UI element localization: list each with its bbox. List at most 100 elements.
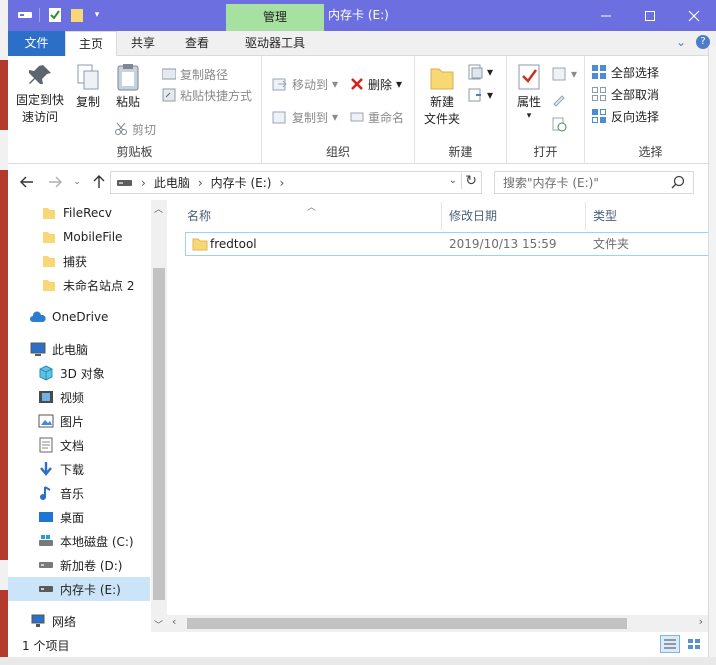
pin-to-quick-access-button[interactable]: 固定到快 速访问 [14,62,66,126]
large-icons-view-button[interactable] [684,635,704,653]
clipboard-group-label: 剪贴板 [116,145,153,159]
tab-file[interactable]: 文件 [8,31,65,56]
forward-button[interactable] [46,173,64,191]
nav-item-local-disk-c[interactable]: 本地磁盘 (C:) [38,529,134,553]
invert-selection-label: 反向选择 [611,109,660,124]
nav-item-label: MobileFile [63,230,123,244]
close-button[interactable] [672,0,716,31]
ribbon-tabs: 文件 主页 共享 查看 驱动器工具 ⌄ ? [8,31,716,57]
nav-item-desktop[interactable]: 桌面 [38,505,84,529]
rename-icon [350,112,364,122]
open-button[interactable]: ▾ [551,64,577,84]
select-none-button[interactable]: 全部取消 [591,84,659,104]
nav-scrollbar-thumb[interactable] [153,268,165,600]
address-history-dropdown[interactable]: ⌄ [449,175,457,186]
scroll-right-icon[interactable]: › [699,615,703,628]
scroll-down-icon[interactable]: ﹀ [154,618,163,631]
details-view-button[interactable] [660,635,680,653]
nav-item-capture[interactable]: 捕获 [41,249,87,273]
tab-view[interactable]: 查看 [174,31,220,56]
nav-item-network[interactable]: 网络 [30,609,76,633]
copy-path-button[interactable]: 复制路径 [162,64,228,84]
organize-group: 移动到 ▾ 复制到 ▾ 删除 ▾ 重命名 组织 [262,56,415,164]
refresh-icon[interactable]: ↻ [461,173,477,189]
nav-item-new-volume-d[interactable]: 新加卷 (D:) [38,553,122,577]
cut-button[interactable]: 剪切 [114,119,156,139]
nav-item-unnamed-site[interactable]: 未命名站点 2 [41,273,134,297]
recent-locations-button[interactable]: ⌄ [68,173,86,191]
ribbon: 固定到快 速访问 复制 粘贴 复制路径 粘贴快捷方式 剪切 剪贴板 移动到 ▾ … [8,56,716,164]
properties-quick-icon[interactable] [46,6,64,24]
paste-button[interactable]: 粘贴 [110,62,146,111]
delete-button[interactable]: 删除 ▾ [350,74,402,94]
cube-icon [38,365,54,381]
nav-item-downloads[interactable]: 下载 [38,457,84,481]
back-button[interactable] [18,173,36,191]
folder-icon [41,253,57,269]
copy-to-button[interactable]: 复制到 ▾ [272,107,338,127]
nav-item-documents[interactable]: 文档 [38,433,84,457]
nav-item-filerecv[interactable]: FileRecv [41,201,112,225]
paste-label: 粘贴 [115,95,140,109]
move-to-button[interactable]: 移动到 ▾ [272,74,338,94]
table-row[interactable]: fredtool 2019/10/13 15:59 文件夹 [185,232,713,256]
nav-item-pictures[interactable]: 图片 [38,409,84,433]
context-tab-manage[interactable]: 管理 [226,4,324,31]
breadcrumb-this-pc[interactable]: 此电脑 [154,174,190,191]
chevron-right-icon[interactable]: › [198,176,203,190]
window-title: 内存卡 (E:) [328,8,389,22]
copy-button[interactable]: 复制 [70,62,106,111]
search-icon[interactable] [671,175,685,192]
breadcrumb-drive-e[interactable]: 内存卡 (E:) [211,174,272,191]
nav-item-mobilefile[interactable]: MobileFile [41,225,122,249]
horizontal-scrollbar[interactable]: ‹ › [167,615,708,632]
easy-access-button[interactable]: ▾ [467,85,493,105]
horizontal-scrollbar-thumb[interactable] [187,618,627,629]
new-folder-quick-icon[interactable] [68,6,86,24]
row-name: fredtool [210,237,257,251]
scroll-up-icon[interactable]: ︿ [154,202,163,215]
nav-item-onedrive[interactable]: OneDrive [30,305,108,329]
properties-check-icon [518,64,540,90]
scroll-left-icon[interactable]: ‹ [172,615,176,628]
nav-item-music[interactable]: 音乐 [38,481,84,505]
invert-selection-button[interactable]: 反向选择 [591,106,659,126]
tab-home[interactable]: 主页 [65,31,117,57]
sort-ascending-icon: ︿ [307,203,317,213]
new-folder-button[interactable]: 新建 文件夹 [421,62,463,128]
select-all-button[interactable]: 全部选择 [591,62,659,82]
column-header-name[interactable]: 名称 [187,204,211,228]
nav-item-memory-card-e[interactable]: 内存卡 (E:) [38,577,121,601]
collapse-ribbon-icon[interactable]: ⌄ [676,35,686,49]
rename-button[interactable]: 重命名 [350,107,404,127]
chevron-right-icon[interactable]: › [141,176,146,190]
maximize-button[interactable] [628,0,672,31]
tab-drive-tools[interactable]: 驱动器工具 [226,31,324,56]
nav-scrollbar[interactable]: ︿ ﹀ [151,200,167,632]
customize-quick-access-icon[interactable]: ▾ [90,6,104,24]
address-bar[interactable]: › 此电脑 › 内存卡 (E:) › ⌄ ↻ [110,171,482,194]
column-divider[interactable] [585,202,586,230]
new-item-button[interactable]: ▾ [467,62,493,82]
history-button[interactable] [551,114,567,134]
column-header-date[interactable]: 修改日期 [449,204,497,228]
paste-shortcut-button[interactable]: 粘贴快捷方式 [162,85,252,105]
rename-label: 重命名 [368,110,405,125]
background-window-edge [0,657,716,665]
properties-button[interactable]: 属性 ▾ [511,62,547,121]
search-input[interactable]: 搜索"内存卡 (E:)" [494,171,694,194]
nav-item-videos[interactable]: 视频 [38,385,84,409]
nav-item-label: 网络 [52,614,77,629]
edit-icon [553,95,565,107]
column-divider[interactable] [441,202,442,230]
minimize-button[interactable] [584,0,628,31]
nav-item-this-pc[interactable]: 此电脑 [30,337,88,361]
tab-share[interactable]: 共享 [120,31,166,56]
chevron-right-icon[interactable]: › [279,176,284,190]
column-header-type[interactable]: 类型 [593,204,617,228]
open-icon [552,67,566,81]
nav-item-3d-objects[interactable]: 3D 对象 [38,361,105,385]
computer-icon [30,341,46,357]
up-button[interactable] [90,173,108,191]
edit-button[interactable] [551,89,567,109]
